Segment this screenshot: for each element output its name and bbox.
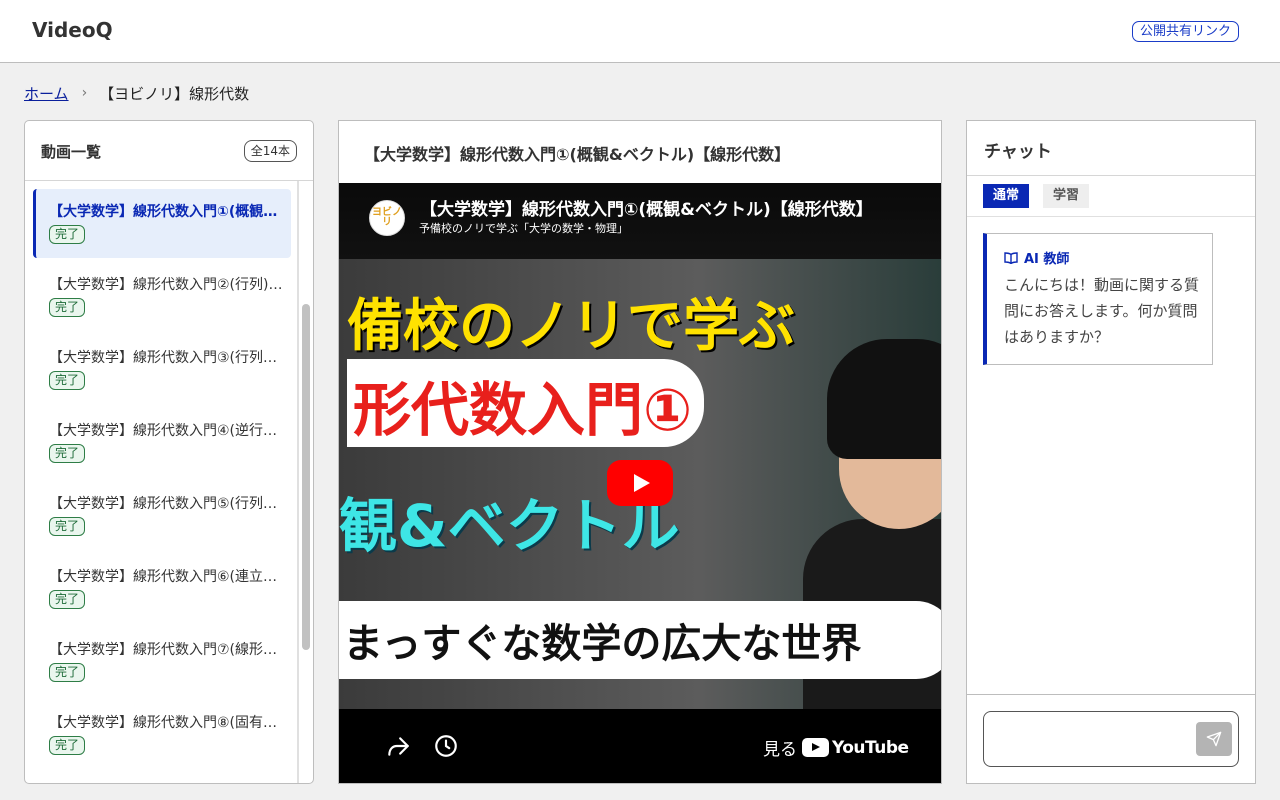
video-list-item[interactable]: 【大学数学】線形代数入門④(逆行列)【線形代数】 完了	[33, 408, 291, 477]
video-list-item[interactable]: 【大学数学】線形代数入門⑥(連立方程式)【線形代数】 完了	[33, 554, 291, 623]
breadcrumb-current: 【ヨビノリ】線形代数	[99, 84, 250, 103]
video-list-item-active[interactable]: 【大学数学】線形代数入門①(概観&ベクトル)【線形代数】 完了	[33, 189, 291, 258]
video-list: 【大学数学】線形代数入門①(概観&ベクトル)【線形代数】 完了 【大学数学】線形…	[33, 189, 291, 773]
chat-mode-bar: 通常 学習	[967, 176, 1255, 217]
breadcrumb-home-link[interactable]: ホーム	[24, 83, 69, 104]
video-panel: 【大学数学】線形代数入門①(概観&ベクトル)【線形代数】 ヨビノリ 【大学数学】…	[338, 120, 942, 784]
play-button[interactable]	[607, 460, 673, 506]
video-list-title: 動画一覧	[41, 143, 102, 161]
youtube-logo-icon	[802, 738, 829, 757]
video-item-title: 【大学数学】線形代数入門①(概観&ベクトル)【線形代数】	[49, 204, 285, 220]
video-item-title: 【大学数学】線形代数入門⑦(線形写像)【線形代数】	[49, 642, 285, 658]
video-list-panel: 動画一覧 全14本 【大学数学】線形代数入門①(概観&ベクトル)【線形代数】 完…	[24, 120, 314, 784]
status-badge: 完了	[49, 590, 86, 609]
player-channel-name[interactable]: 予備校のノリで学ぶ「大学の数学・物理」	[419, 220, 628, 236]
watch-later-icon[interactable]	[433, 733, 459, 759]
status-badge: 完了	[49, 517, 86, 536]
watch-on-youtube-link[interactable]: 見る YouTube	[763, 735, 909, 761]
breadcrumb: ホーム › 【ヨビノリ】線形代数	[24, 82, 249, 104]
ai-message-card: AI 教師 こんにちは！動画に関する質問にお答えします。何か質問はありますか？	[983, 233, 1213, 365]
video-item-title: 【大学数学】線形代数入門⑤(行列式)【線形代数】	[49, 496, 285, 512]
video-item-title: 【大学数学】線形代数入門③(行列の積)【線形代数】	[49, 350, 285, 366]
video-item-title: 【大学数学】線形代数入門⑥(連立方程式)【線形代数】	[49, 569, 285, 585]
player-bottom-bar: 見る YouTube	[339, 709, 941, 783]
chat-input[interactable]	[994, 720, 1184, 758]
thumbnail-text-line4: まっすぐな数学の広大な世界	[339, 601, 941, 679]
video-item-title: 【大学数学】線形代数入門④(逆行列)【線形代数】	[49, 423, 285, 439]
video-item-title: 【大学数学】線形代数入門②(行列)【線形代数】	[49, 277, 285, 293]
mode-tab-study[interactable]: 学習	[1043, 184, 1090, 208]
mode-tab-normal[interactable]: 通常	[983, 184, 1030, 208]
player-video-title[interactable]: 【大学数学】線形代数入門①(概観&ベクトル)【線形代数】	[420, 195, 920, 220]
public-share-link-button[interactable]: 公開共有リンク	[1132, 21, 1240, 42]
book-icon	[1004, 251, 1018, 264]
video-item-title: 【大学数学】線形代数入門⑧(固有値)【線形代数】	[49, 715, 285, 731]
app-title[interactable]: VideoQ	[32, 18, 113, 42]
chat-input-area	[967, 694, 1255, 783]
status-badge: 完了	[49, 298, 86, 317]
video-list-item[interactable]: 【大学数学】線形代数入門②(行列)【線形代数】 完了	[33, 262, 291, 331]
video-list-item[interactable]: 【大学数学】線形代数入門⑦(線形写像)【線形代数】 完了	[33, 627, 291, 696]
status-badge: 完了	[49, 225, 86, 244]
status-badge: 完了	[49, 736, 86, 755]
scrollbar-thumb[interactable]	[302, 304, 310, 650]
video-count-badge: 全14本	[243, 140, 297, 162]
player-top-bar: ヨビノリ 【大学数学】線形代数入門①(概観&ベクトル)【線形代数】 予備校のノリ…	[339, 183, 941, 259]
ai-teacher-label: AI 教師	[1024, 252, 1070, 267]
chat-input-box	[983, 711, 1239, 767]
video-list-item[interactable]: 【大学数学】線形代数入門⑧(固有値)【線形代数】 完了	[33, 700, 291, 769]
channel-avatar[interactable]: ヨビノリ	[369, 200, 405, 236]
youtube-wordmark: YouTube	[832, 737, 909, 758]
video-list-item[interactable]: 【大学数学】線形代数入門③(行列の積)【線形代数】 完了	[33, 335, 291, 404]
video-list-header: 動画一覧 全14本	[25, 121, 313, 181]
send-icon	[1206, 731, 1222, 747]
watch-on-label: 見る	[763, 740, 797, 760]
ai-teacher-header: AI 教師	[1004, 248, 1069, 267]
youtube-player[interactable]: ヨビノリ 【大学数学】線形代数入門①(概観&ベクトル)【線形代数】 予備校のノリ…	[339, 183, 941, 783]
thumbnail-text-line2: 形代数入門①	[347, 359, 705, 447]
share-icon[interactable]	[385, 733, 411, 759]
chat-panel: チャット 通常 学習 AI 教師 こんにちは！動画に関する質問にお答えします。何…	[966, 120, 1256, 784]
scrollbar-track[interactable]	[297, 181, 299, 783]
send-button[interactable]	[1196, 722, 1232, 756]
status-badge: 完了	[49, 444, 86, 463]
top-bar: VideoQ 公開共有リンク	[0, 0, 1280, 63]
chat-title: チャット	[984, 142, 1052, 162]
status-badge: 完了	[49, 371, 86, 390]
chat-header: チャット	[967, 121, 1255, 176]
ai-message-text: こんにちは！動画に関する質問にお答えします。何か質問はありますか？	[1004, 276, 1200, 346]
thumbnail-text-line1: 備校のノリで学ぶ	[347, 294, 795, 359]
status-badge: 完了	[49, 663, 86, 682]
chevron-right-icon: ›	[81, 85, 88, 101]
video-title: 【大学数学】線形代数入門①(概観&ベクトル)【線形代数】	[364, 145, 791, 164]
video-list-item[interactable]: 【大学数学】線形代数入門⑤(行列式)【線形代数】 完了	[33, 481, 291, 550]
